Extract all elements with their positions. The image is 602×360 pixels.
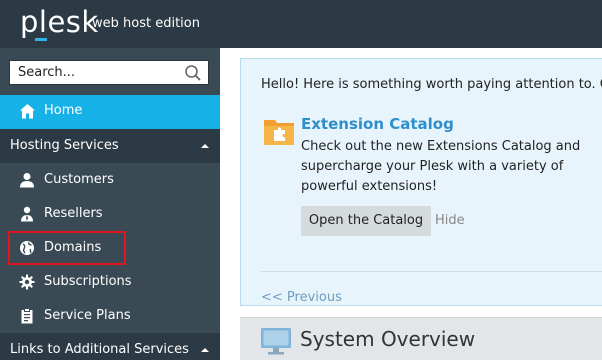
reseller-icon xyxy=(21,206,33,222)
search-input[interactable] xyxy=(10,61,178,84)
highlight-box xyxy=(8,231,126,265)
section-label: Hosting Services xyxy=(10,138,119,153)
sidebar-item-home[interactable]: Home xyxy=(0,95,220,129)
collapse-caret-icon[interactable] xyxy=(201,144,209,148)
sidebar-item-label: Subscriptions xyxy=(44,274,132,289)
system-overview-title: System Overview xyxy=(300,327,476,351)
plesk-logo[interactable]: plesk xyxy=(20,7,99,37)
sidebar-item-label: Resellers xyxy=(44,206,103,221)
notice-greeting: Hello! Here is something worth paying at… xyxy=(261,77,602,92)
extension-catalog-title[interactable]: Extension Catalog xyxy=(301,115,454,133)
hide-link[interactable]: Hide xyxy=(435,213,465,228)
section-label: Links to Additional Services xyxy=(10,342,189,357)
extension-folder-icon xyxy=(264,120,294,145)
edition-label: web host edition xyxy=(92,16,200,31)
collapse-caret-icon[interactable] xyxy=(201,348,209,352)
monitor-icon xyxy=(261,328,291,355)
logo-underline xyxy=(35,38,47,41)
top-header: plesk web host edition xyxy=(0,0,602,48)
clipboard-icon xyxy=(21,308,33,324)
open-catalog-button[interactable]: Open the Catalog xyxy=(301,206,431,236)
search-icon[interactable] xyxy=(184,64,202,82)
main-content: Hello! Here is something worth paying at… xyxy=(220,48,602,360)
section-links-additional-services[interactable]: Links to Additional Services xyxy=(0,333,220,360)
sidebar-item-service-plans[interactable]: Service Plans xyxy=(0,299,220,333)
previous-link[interactable]: << Previous xyxy=(261,290,342,305)
sidebar-item-label: Customers xyxy=(44,172,114,187)
sidebar-item-label: Service Plans xyxy=(44,308,131,323)
section-hosting-services[interactable]: Hosting Services xyxy=(0,129,220,163)
system-overview-header: System Overview xyxy=(240,317,602,360)
search-box xyxy=(9,60,209,85)
sidebar: Home Hosting Services Customers Reseller… xyxy=(0,48,220,360)
sidebar-item-subscriptions[interactable]: Subscriptions xyxy=(0,265,220,299)
sidebar-item-resellers[interactable]: Resellers xyxy=(0,197,220,231)
user-icon xyxy=(20,173,34,188)
gear-icon xyxy=(19,274,35,290)
sidebar-item-label: Home xyxy=(44,103,83,118)
sidebar-item-customers[interactable]: Customers xyxy=(0,163,220,197)
home-icon xyxy=(20,104,35,119)
notice-panel: Hello! Here is something worth paying at… xyxy=(240,58,602,306)
extension-catalog-description: Check out the new Extensions Catalog and… xyxy=(301,139,581,194)
notice-divider xyxy=(261,271,602,272)
